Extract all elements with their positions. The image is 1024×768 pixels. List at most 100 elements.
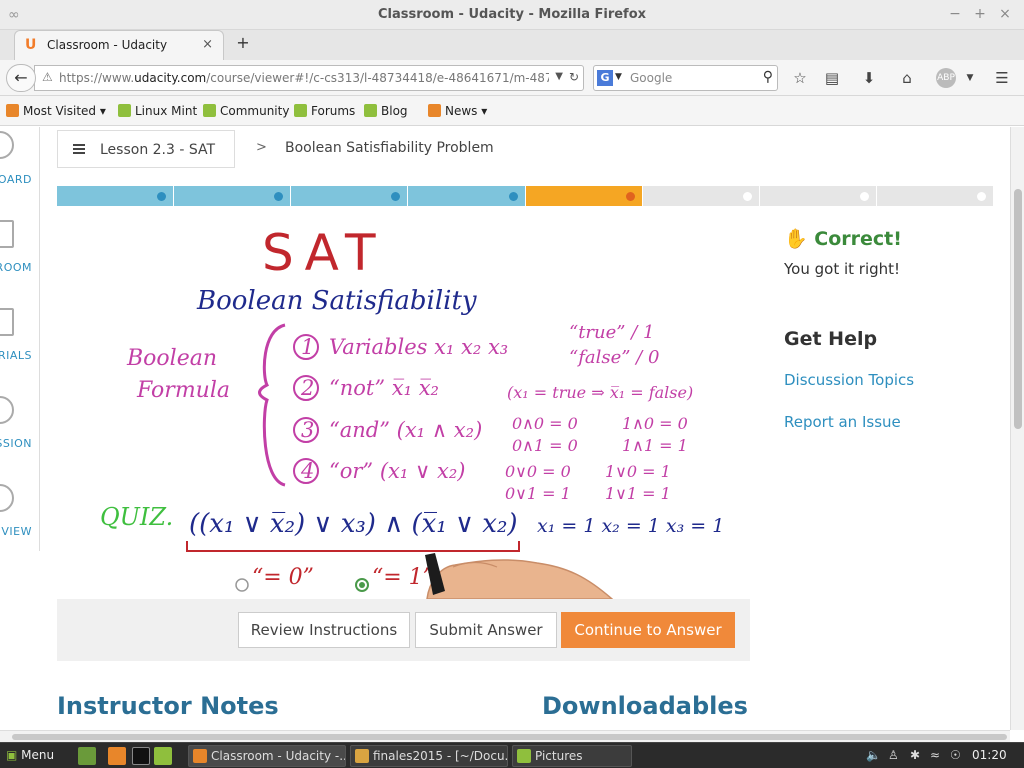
task-editor[interactable]: finales2015 - [~/Docu... <box>350 745 508 767</box>
progress-segment[interactable] <box>291 186 408 206</box>
window-titlebar: ∞ Classroom - Udacity - Mozilla Firefox … <box>0 0 1024 30</box>
side-navigation: OARD ROOM RIALS SSION VIEW <box>0 127 40 551</box>
back-arrow-icon: ← <box>14 68 28 87</box>
wb-radio-0 <box>235 578 249 592</box>
start-menu-button[interactable]: ▣ Menu <box>6 748 54 762</box>
google-engine-icon[interactable]: G <box>597 70 613 86</box>
quiz-button-bar: Review Instructions Submit Answer Contin… <box>57 599 750 661</box>
reload-icon[interactable]: ↻ <box>569 70 579 84</box>
terminal-launcher-icon[interactable] <box>132 747 150 765</box>
wb-num-1: 1 <box>301 335 314 359</box>
volume-icon[interactable]: 🔈 <box>866 748 881 762</box>
hamburger-menu-icon[interactable]: ☰ <box>992 68 1012 88</box>
wb-quiz-label: QUIZ. <box>100 503 173 531</box>
wb-num-2: 2 <box>300 376 314 400</box>
wb-formula-label-1: Boolean <box>126 346 217 371</box>
wb-option-0: “= 0” <box>252 565 314 590</box>
url-text[interactable]: https://www.udacity.com/course/viewer#!/… <box>59 71 549 85</box>
progress-dot <box>977 192 986 201</box>
search-bar[interactable]: G ▼ Google ⚲ <box>593 65 778 91</box>
bluetooth-icon[interactable]: ✱ <box>910 748 920 762</box>
wb-and-row-1: 0∧0 = 0 <box>512 414 578 433</box>
adblock-dropdown-icon[interactable]: ▼ <box>960 68 980 88</box>
tab-label: Classroom - Udacity <box>47 38 168 52</box>
submit-answer-button[interactable]: Submit Answer <box>415 612 557 648</box>
progress-segment[interactable] <box>876 186 993 206</box>
taskbar: ▣ Menu Classroom - Udacity -... finales2… <box>0 742 1024 768</box>
vertical-scroll-thumb[interactable] <box>1014 189 1022 429</box>
wb-item-4: “or” (x₁ ∨ x₂) <box>329 459 465 483</box>
review-instructions-button[interactable]: Review Instructions <box>238 612 410 648</box>
wb-formula-label-2: Formula <box>136 378 230 403</box>
bookmark-news[interactable]: News ▾ <box>428 104 487 118</box>
show-desktop-icon[interactable] <box>78 747 96 765</box>
wb-and-row-3: 0∧1 = 0 <box>512 436 578 455</box>
wifi-icon[interactable]: ≈ <box>930 748 940 762</box>
search-icon[interactable]: ⚲ <box>763 69 773 85</box>
close-window-button[interactable]: × <box>996 5 1014 23</box>
progress-segment[interactable] <box>57 186 174 206</box>
progress-segment[interactable] <box>174 186 291 206</box>
classroom-play-icon <box>0 220 14 248</box>
mint-icon <box>203 104 216 117</box>
continue-to-answer-button[interactable]: Continue to Answer <box>561 612 735 648</box>
maximize-button[interactable]: + <box>971 5 989 23</box>
wb-subtitle: Boolean Satisfiability <box>196 286 477 316</box>
horizontal-scrollbar[interactable] <box>0 730 1010 742</box>
task-firefox[interactable]: Classroom - Udacity -... <box>188 745 346 767</box>
progress-dot <box>742 192 752 201</box>
minimize-button[interactable]: − <box>946 5 964 23</box>
wb-and-row-4: 1∧1 = 1 <box>622 436 688 455</box>
warning-icon[interactable]: ⚠ <box>42 70 53 84</box>
wb-item-1: Variables x₁ x₂ x₃ <box>329 335 508 359</box>
bookmark-community[interactable]: Community <box>203 104 289 118</box>
mint-icon <box>294 104 307 117</box>
download-icon[interactable]: ⬇ <box>859 68 879 88</box>
report-issue-link[interactable]: Report an Issue <box>784 413 901 431</box>
bookmark-star-icon[interactable]: ☆ <box>790 68 810 88</box>
back-button[interactable]: ← <box>6 64 36 92</box>
wb-title: SAT <box>262 224 386 282</box>
wb-or-row-2: 1∨0 = 1 <box>605 462 671 481</box>
whiteboard-drawing: SAT Boolean Satisfiability Boolean Formu… <box>100 224 724 599</box>
tab-classroom[interactable]: U Classroom - Udacity × <box>14 30 224 60</box>
progress-dot <box>157 192 167 201</box>
progress-segment[interactable] <box>759 186 876 206</box>
mint-menu-icon: ▣ <box>6 748 18 762</box>
wb-item-3: “and” (x₁ ∧ x₂) <box>329 418 482 442</box>
reading-list-icon[interactable]: ▤ <box>822 68 842 88</box>
new-tab-button[interactable]: + <box>234 34 252 52</box>
bookmark-blog[interactable]: Blog <box>364 104 408 118</box>
task-pictures[interactable]: Pictures <box>512 745 632 767</box>
discussion-icon <box>0 396 14 424</box>
horizontal-scroll-thumb[interactable] <box>12 734 1007 740</box>
wb-or-row-1: 0∨0 = 0 <box>505 462 571 481</box>
bookmark-most-visited[interactable]: Most Visited ▾ <box>6 104 106 118</box>
list-icon <box>73 144 85 154</box>
progress-segment[interactable] <box>642 186 759 206</box>
lesson-video-frame[interactable]: SAT Boolean Satisfiability Boolean Formu… <box>57 215 750 599</box>
folder-icon <box>517 749 531 763</box>
url-dropdown-icon[interactable]: ▼ <box>555 71 563 82</box>
home-icon[interactable]: ⌂ <box>897 68 917 88</box>
wb-quiz-formula: ((x₁ ∨ x̅₂) ∨ x₃) ∧ (x̅₁ ∨ x₂) <box>189 509 518 539</box>
url-bar[interactable]: ⚠ https://www.udacity.com/course/viewer#… <box>34 65 584 91</box>
lesson-menu-button[interactable]: Lesson 2.3 - SAT <box>57 130 235 168</box>
files-launcher-icon[interactable] <box>154 747 172 765</box>
adblock-icon[interactable]: ABP <box>936 68 956 88</box>
bookmark-forums[interactable]: Forums <box>294 104 355 118</box>
progress-segment[interactable] <box>525 186 642 206</box>
engine-dropdown-icon[interactable]: ▼ <box>615 72 622 82</box>
shield-icon[interactable]: ☉ <box>950 748 961 762</box>
lesson-label: Lesson 2.3 - SAT <box>100 142 216 158</box>
vertical-scrollbar[interactable] <box>1010 127 1024 730</box>
progress-segment[interactable] <box>408 186 525 206</box>
clock: 01:20 <box>972 748 1007 762</box>
discussion-topics-link[interactable]: Discussion Topics <box>784 371 914 389</box>
lesson-progress-bar <box>57 186 993 206</box>
user-icon[interactable]: ♙ <box>888 748 899 762</box>
progress-dot <box>274 192 284 201</box>
bookmark-linux-mint[interactable]: Linux Mint <box>118 104 197 118</box>
firefox-launcher-icon[interactable] <box>108 747 126 765</box>
tab-close-icon[interactable]: × <box>202 37 213 52</box>
